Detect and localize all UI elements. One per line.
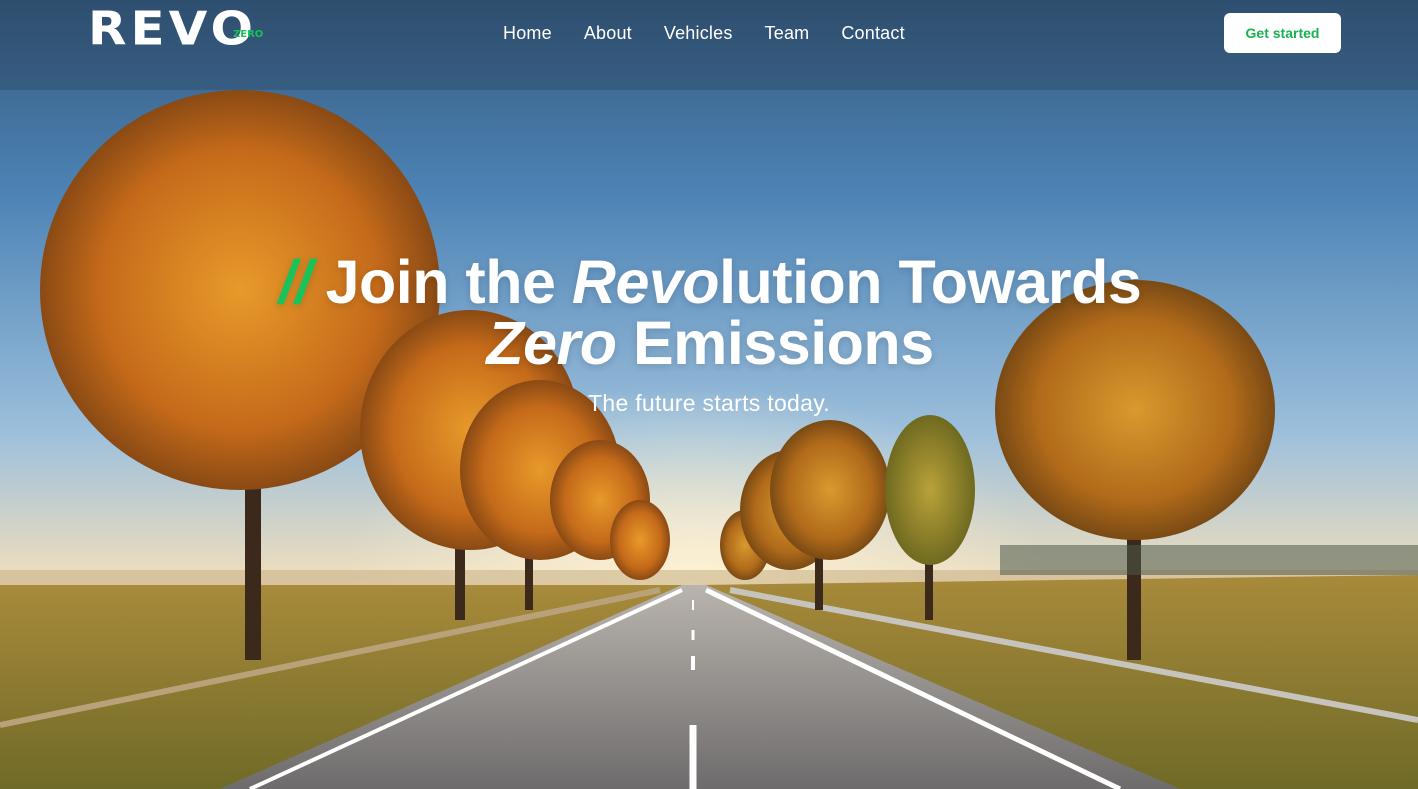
main-menu: Home About Vehicles Team Contact [503,20,905,46]
nav-link-home[interactable]: Home [503,20,552,46]
headline-text-3: Emissions [616,309,934,377]
hero-headline: //Join the Revolution Towards Zero Emissi… [160,252,1260,374]
nav-link-team[interactable]: Team [765,20,810,46]
hero-subtitle: The future starts today. [588,390,830,416]
nav-link-vehicles[interactable]: Vehicles [664,20,733,46]
headline-italic-revo: Revo [571,248,720,316]
headline-italic-zero: Zero [486,309,617,377]
get-started-button[interactable]: Get started [1224,13,1341,53]
headline-text-1: Join the [325,248,572,316]
hero-section: REVO ZERO Home About Vehicles Team Conta… [0,0,1418,789]
nav-link-about[interactable]: About [584,20,632,46]
logo-zero-badge: ZERO [233,29,264,40]
nav-link-contact[interactable]: Contact [841,20,904,46]
logo-wordmark: REVO [88,2,257,56]
revo-logo[interactable]: REVO ZERO [88,2,274,56]
headline-slashes: // [278,248,312,316]
top-navigation: REVO ZERO Home About Vehicles Team Conta… [0,0,1418,66]
headline-text-2: lution Towards [719,248,1142,316]
